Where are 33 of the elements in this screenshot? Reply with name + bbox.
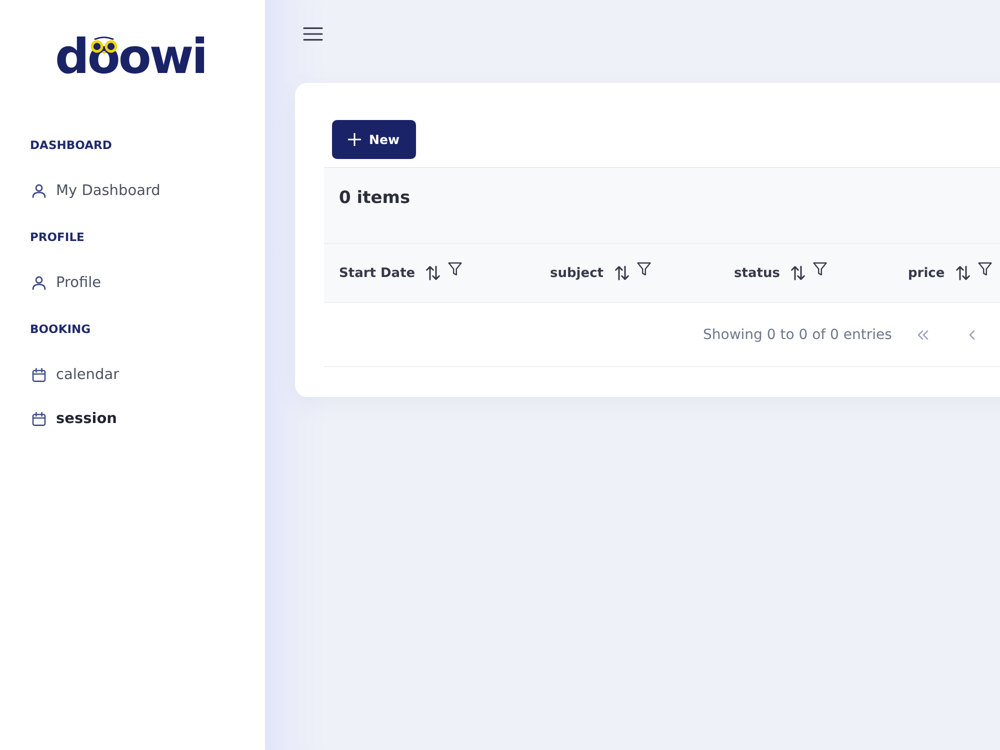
entries-summary: Showing 0 to 0 of 0 entries <box>703 326 892 342</box>
column-header[interactable]: status <box>734 266 780 280</box>
filter-icon[interactable] <box>812 262 827 276</box>
sort-icon[interactable] <box>790 265 806 281</box>
column-header[interactable]: price <box>908 266 945 280</box>
sidebar-item[interactable]: session <box>30 397 125 441</box>
logo-link[interactable]: doowi <box>55 34 206 84</box>
sort-icon[interactable] <box>425 265 442 281</box>
section-heading: BOOKING <box>30 321 91 338</box>
menu-button[interactable] <box>303 27 323 41</box>
calendar-icon <box>32 368 46 382</box>
person-icon <box>32 276 46 290</box>
item-count: 0 items <box>339 187 410 210</box>
column-header[interactable]: Start Date <box>339 266 416 280</box>
sort-icon[interactable] <box>614 265 630 281</box>
menu-icon <box>303 27 323 41</box>
chevron-left-icon <box>968 330 975 340</box>
sidebar-item[interactable]: calendar <box>30 353 128 397</box>
sidebar-item[interactable]: Profile <box>30 261 110 305</box>
sort-icon[interactable] <box>954 265 971 281</box>
person-icon <box>32 184 46 198</box>
column-header[interactable]: subject <box>550 266 604 280</box>
section-heading: PROFILE <box>30 229 84 246</box>
sidebar-item[interactable]: My Dashboard <box>30 169 168 213</box>
calendar-icon <box>32 412 46 426</box>
section-heading: DASHBOARD <box>30 137 112 154</box>
double-chevron-left-icon <box>916 330 929 340</box>
new-button[interactable]: New <box>332 120 416 159</box>
filter-icon[interactable] <box>978 262 992 276</box>
filter-icon[interactable] <box>636 262 650 276</box>
plus-icon <box>348 133 361 146</box>
filter-icon[interactable] <box>448 262 462 276</box>
owl-eyes-icon <box>89 36 119 56</box>
